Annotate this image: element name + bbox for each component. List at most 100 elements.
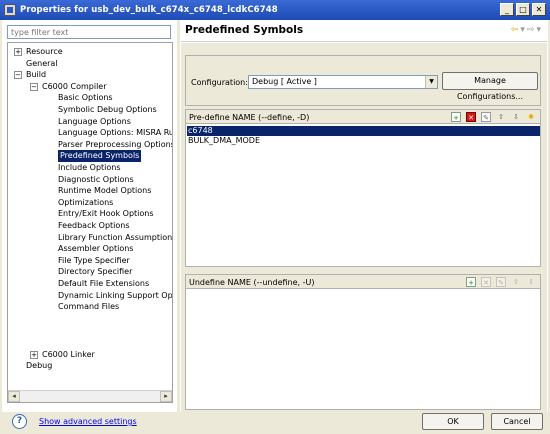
back-arrow-icon[interactable]: ⇦ (511, 25, 519, 35)
tree-item-compiler-option[interactable]: Directory Specifier (8, 266, 172, 278)
property-page: Predefined Symbols ⇦ ▾ ⇨ ▾ Configuration… (181, 20, 547, 412)
collapse-icon[interactable]: − (30, 82, 38, 91)
edit-icon[interactable]: ✎ (481, 112, 491, 122)
predefine-panel: Pre-define NAME (--define, -D) + ✕ ✎ ⇧ ⇩… (185, 109, 541, 267)
undefine-toolbar: + ✕ ✎ ⇧ ⇩ (466, 277, 536, 287)
tree-item-build[interactable]: − Build (8, 69, 168, 81)
list-item[interactable]: c6748 (187, 126, 540, 136)
navigation-pane: + Resource General − Build − C6000 Compi… (7, 25, 173, 403)
light-bulb-icon[interactable]: ✺ (526, 112, 536, 122)
configuration-label: Configuration: (191, 78, 248, 87)
delete-icon[interactable]: ✕ (481, 277, 491, 287)
window-controls: _ □ ✕ (500, 3, 546, 16)
ok-button[interactable]: OK (422, 413, 484, 430)
tree-item-label: Basic Options (58, 93, 113, 103)
tree-item-label: Directory Specifier (58, 267, 133, 277)
tree-item-label: Build (26, 70, 47, 80)
move-down-icon[interactable]: ⇩ (511, 112, 521, 122)
undefine-header: Undefine NAME (--undefine, -U) + ✕ ✎ ⇧ ⇩ (186, 275, 540, 289)
tree-item-compiler-option[interactable]: Include Options (8, 162, 172, 174)
dialog-footer: ? Show advanced settings OK Cancel (2, 412, 548, 432)
maximize-button[interactable]: □ (516, 3, 530, 16)
tree-item-label: Dynamic Linking Support Options (58, 290, 173, 300)
add-icon[interactable]: + (451, 112, 461, 122)
list-item[interactable]: BULK_DMA_MODE (187, 136, 540, 146)
tree-item-compiler-option[interactable]: Diagnostic Options (8, 174, 172, 186)
tree-item-label: Predefined Symbols (58, 150, 142, 162)
expand-icon[interactable]: + (14, 48, 22, 56)
tree-item-compiler-option[interactable]: Optimizations (8, 197, 172, 209)
tree-item-label: Optimizations (58, 197, 114, 207)
tree-item-compiler-option[interactable]: Runtime Model Options (8, 185, 172, 197)
tree-item-label: Debug (26, 361, 53, 371)
tree-item-compiler-option[interactable]: Symbolic Debug Options (8, 104, 172, 116)
tree-item-label: C6000 Compiler (42, 81, 107, 91)
undefine-panel: Undefine NAME (--undefine, -U) + ✕ ✎ ⇧ ⇩ (185, 274, 541, 410)
cancel-button[interactable]: Cancel (491, 413, 543, 430)
tree-item-compiler-option[interactable]: File Type Specifier (8, 255, 172, 267)
tree-item-compiler-option[interactable]: Library Function Assumptions (8, 232, 173, 244)
tree-item-compiler-option[interactable]: Assembler Options (8, 243, 172, 255)
back-menu-icon[interactable]: ▾ (520, 25, 525, 35)
manage-configurations-button[interactable]: Manage Configurations... (442, 72, 538, 101)
filter-input[interactable] (8, 26, 170, 38)
delete-icon[interactable]: ✕ (466, 112, 476, 122)
tree-item-label: Runtime Model Options (58, 186, 152, 196)
forward-arrow-icon[interactable]: ⇨ (527, 25, 535, 35)
tree-item-general[interactable]: General (8, 58, 168, 70)
pane-splitter[interactable] (177, 20, 180, 412)
tree-item-compiler-option[interactable]: Default File Extensions (8, 278, 172, 290)
add-icon[interactable]: + (466, 277, 476, 287)
tree-item-compiler-option[interactable]: Entry/Exit Hook Options (8, 208, 172, 220)
tree-item-label: General (26, 58, 58, 68)
tree-item-debug[interactable]: Debug (8, 360, 168, 372)
tree-item-compiler-option[interactable]: Predefined Symbols (8, 150, 172, 162)
page-navigation: ⇦ ▾ ⇨ ▾ (511, 25, 541, 35)
tree-item-compiler-option[interactable]: Command Files (8, 301, 172, 313)
close-button[interactable]: ✕ (532, 3, 546, 16)
edit-icon[interactable]: ✎ (496, 277, 506, 287)
undefine-title: Undefine NAME (--undefine, -U) (189, 278, 315, 287)
predefine-header: Pre-define NAME (--define, -D) + ✕ ✎ ⇧ ⇩… (186, 110, 540, 124)
window-icon (4, 4, 16, 16)
collapse-icon[interactable]: − (14, 71, 22, 80)
tree-item-resource[interactable]: + Resource (8, 46, 168, 58)
tree-item-label: Symbolic Debug Options (58, 105, 157, 114)
tree-item-c6000-compiler[interactable]: − C6000 Compiler (8, 81, 168, 93)
title-bar: Properties for usb_dev_bulk_c674x_c6748_… (0, 0, 550, 20)
filter-box (7, 25, 171, 39)
move-up-icon[interactable]: ⇧ (511, 277, 521, 287)
tree-item-label: Library Function Assumptions (58, 232, 173, 242)
page-title: Predefined Symbols (185, 24, 304, 36)
horizontal-scrollbar[interactable]: ◂ ▸ (8, 390, 172, 402)
tree-item-label: Language Options: MISRA Rules (58, 128, 173, 138)
tree-item-compiler-option[interactable]: Dynamic Linking Support Options (8, 290, 173, 302)
tree-item-compiler-option[interactable]: Language Options (8, 116, 172, 128)
page-body: Configuration: Debug [ Active ] ▼ Manage… (181, 43, 547, 412)
configuration-select[interactable]: Debug [ Active ] ▼ (248, 75, 438, 89)
tree-item-compiler-option[interactable]: Parser Preprocessing Options (8, 139, 173, 151)
tree-item-compiler-option[interactable]: Basic Options (8, 92, 172, 104)
window-title: Properties for usb_dev_bulk_c674x_c6748_… (20, 5, 278, 15)
minimize-button[interactable]: _ (500, 3, 514, 16)
tree-item-label: Default File Extensions (58, 279, 150, 288)
dropdown-arrow-icon[interactable]: ▼ (425, 76, 437, 88)
tree-item-label: Command Files (58, 302, 120, 312)
tree-item-c6000-linker[interactable]: + C6000 Linker (8, 349, 168, 361)
forward-menu-icon[interactable]: ▾ (536, 25, 541, 35)
expand-icon[interactable]: + (30, 350, 38, 359)
move-up-icon[interactable]: ⇧ (496, 112, 506, 122)
move-down-icon[interactable]: ⇩ (526, 277, 536, 287)
tree-item-label: Resource (26, 47, 63, 56)
tree-item-label: Assembler Options (58, 244, 134, 254)
tree-item-compiler-option[interactable]: Feedback Options (8, 220, 172, 232)
help-icon[interactable]: ? (12, 414, 27, 429)
scroll-left-icon[interactable]: ◂ (8, 391, 20, 402)
page-header: Predefined Symbols ⇦ ▾ ⇨ ▾ (181, 20, 547, 42)
scroll-right-icon[interactable]: ▸ (160, 391, 172, 402)
tree-item-compiler-option[interactable]: Language Options: MISRA Rules (8, 127, 173, 139)
tree-item-label: Parser Preprocessing Options (58, 139, 173, 149)
configuration-group: Configuration: Debug [ Active ] ▼ Manage… (185, 55, 541, 106)
show-advanced-settings-link[interactable]: Show advanced settings (39, 417, 137, 426)
tree-item-label: C6000 Linker (42, 349, 95, 359)
